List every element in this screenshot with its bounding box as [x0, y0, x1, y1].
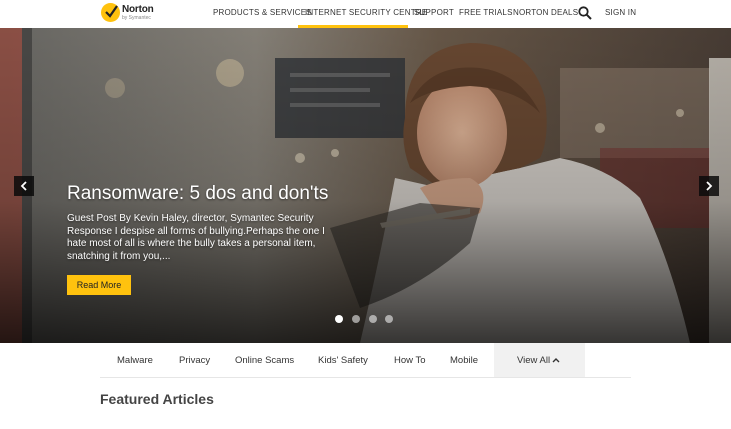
category-online-scams[interactable]: Online Scams [235, 355, 294, 366]
carousel-dot-1[interactable] [335, 315, 343, 323]
nav-internet-security-centre[interactable]: INTERNET SECURITY CENTRE [305, 8, 427, 17]
category-divider [100, 377, 631, 378]
brand-tagline: by Symantec [122, 15, 151, 21]
site-header: Norton by Symantec PRODUCTS & SERVICES I… [0, 0, 731, 28]
read-more-button[interactable]: Read More [67, 275, 131, 295]
nav-products-services[interactable]: PRODUCTS & SERVICES [213, 8, 312, 17]
nav-free-trials[interactable]: FREE TRIALS [459, 8, 513, 17]
view-all-label: View All [517, 355, 551, 366]
category-privacy[interactable]: Privacy [179, 355, 210, 366]
hero-excerpt: Guest Post By Kevin Haley, director, Sym… [67, 213, 325, 262]
carousel-dot-3[interactable] [369, 315, 377, 323]
nav-norton-deals[interactable]: NORTON DEALS [513, 8, 578, 17]
view-all-button[interactable]: View All [494, 343, 585, 377]
hero-title[interactable]: Ransomware: 5 dos and don'ts [67, 183, 328, 205]
chevron-left-icon [20, 181, 27, 191]
carousel-next-button[interactable] [699, 176, 719, 196]
featured-articles-heading: Featured Articles [100, 391, 214, 407]
carousel-prev-button[interactable] [14, 176, 34, 196]
category-malware[interactable]: Malware [117, 355, 153, 366]
sign-in-link[interactable]: SIGN IN [605, 8, 636, 17]
category-how-to[interactable]: How To [394, 355, 426, 366]
norton-logo[interactable]: Norton by Symantec [101, 2, 161, 26]
category-kids-safety[interactable]: Kids' Safety [318, 355, 368, 366]
checkmark-icon [101, 3, 120, 22]
carousel-dot-4[interactable] [385, 315, 393, 323]
hero-carousel: Ransomware: 5 dos and don'ts Guest Post … [0, 28, 731, 343]
nav-support[interactable]: SUPPORT [414, 8, 454, 17]
carousel-dot-2[interactable] [352, 315, 360, 323]
chevron-right-icon [706, 181, 713, 191]
chevron-up-icon [552, 358, 560, 363]
category-nav: Malware Privacy Online Scams Kids' Safet… [0, 343, 731, 378]
search-icon[interactable] [578, 6, 592, 20]
category-mobile[interactable]: Mobile [450, 355, 478, 366]
brand-name: Norton [122, 4, 154, 15]
